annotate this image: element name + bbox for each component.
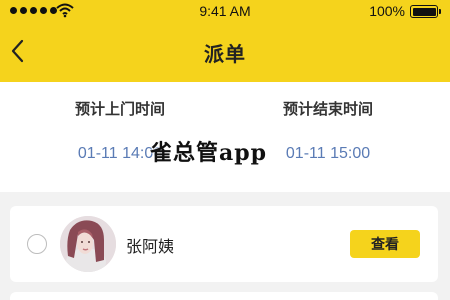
battery-percentage: 100%: [369, 3, 405, 19]
worker-list-item: 张阿姨 查看: [10, 206, 438, 282]
status-bar: 9:41 AM 100%: [0, 0, 450, 24]
avatar-image: [60, 216, 116, 272]
view-button[interactable]: 查看: [350, 230, 420, 258]
app-header: 9:41 AM 100% 派单: [0, 0, 450, 82]
select-radio[interactable]: [27, 234, 47, 254]
avatar: [60, 216, 116, 272]
end-time-label: 预计结束时间: [282, 100, 373, 118]
worker-list-item: [10, 292, 438, 300]
battery-icon: [410, 5, 441, 18]
page-title: 派单: [204, 42, 246, 66]
watermark-text: 雀总管app: [150, 140, 268, 166]
worker-name: 张阿姨: [126, 237, 175, 256]
start-time-label: 预计上门时间: [74, 100, 165, 118]
